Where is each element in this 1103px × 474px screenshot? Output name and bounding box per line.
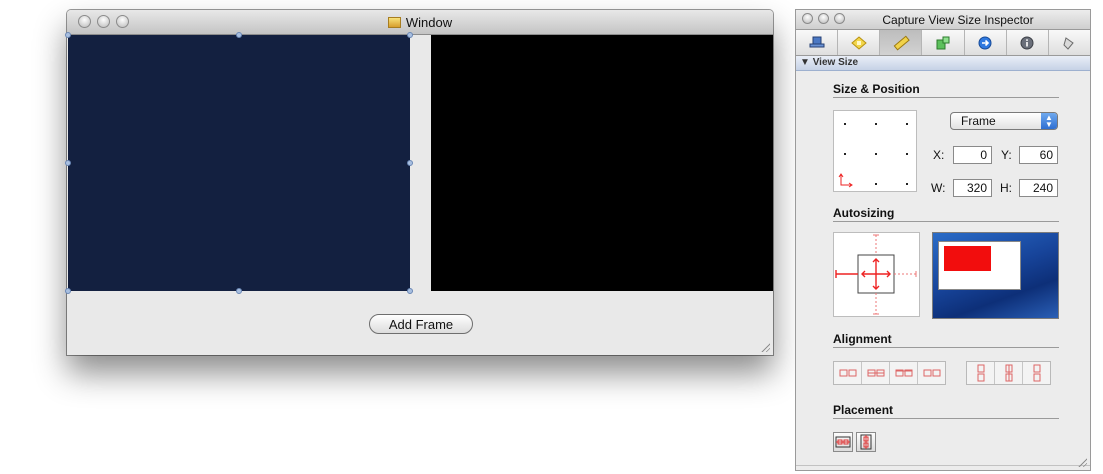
- align-vertical-right-button[interactable]: [1023, 362, 1050, 384]
- document-icon: [387, 17, 401, 28]
- tab-size[interactable]: [880, 30, 923, 55]
- window-resize-grip[interactable]: [760, 342, 770, 352]
- placement-heading: Placement: [833, 403, 1059, 419]
- size-position-heading: Size & Position: [833, 82, 1059, 98]
- inspector-titlebar[interactable]: Capture View Size Inspector: [796, 10, 1090, 30]
- align-bottom-edges-button[interactable]: [918, 362, 945, 384]
- window-title-wrap: Window: [67, 15, 773, 30]
- size-ruler-icon: [893, 35, 910, 51]
- horizontal-alignment-group: [833, 361, 946, 385]
- bindings-icon: [978, 36, 992, 49]
- y-field[interactable]: 60: [1019, 146, 1058, 164]
- resize-handle-top-right[interactable]: [407, 32, 413, 38]
- tab-attributes[interactable]: [796, 30, 839, 55]
- autosizing-control[interactable]: [833, 232, 920, 317]
- origin-point[interactable]: [875, 183, 877, 185]
- align-vertical-center-button[interactable]: [995, 362, 1023, 384]
- origin-point[interactable]: [906, 153, 908, 155]
- resize-handle-top-left[interactable]: [65, 32, 71, 38]
- resize-handle-bottom-right[interactable]: [407, 288, 413, 294]
- disclosure-triangle-icon: ▼: [800, 57, 810, 68]
- inspector-tabs: [796, 30, 1090, 56]
- window-titlebar[interactable]: Window: [67, 10, 773, 35]
- center-vertical-icon: [860, 434, 872, 450]
- align-vertical-right-icon: [1033, 364, 1040, 382]
- inspector-title: Capture View Size Inspector: [882, 13, 1034, 27]
- resize-handle-left[interactable]: [65, 160, 71, 166]
- vertical-alignment-group: [966, 361, 1051, 385]
- resize-handle-bottom[interactable]: [236, 288, 242, 294]
- origin-point[interactable]: [906, 183, 908, 185]
- align-left-edges-button[interactable]: [834, 362, 862, 384]
- tab-bindings[interactable]: [965, 30, 1007, 55]
- inspector-panel: Capture View Size Inspector ▼ View Size …: [795, 9, 1091, 471]
- tab-effects[interactable]: [838, 30, 881, 55]
- origin-point[interactable]: [875, 123, 877, 125]
- autosizing-preview: [932, 232, 1059, 319]
- autosizing-heading: Autosizing: [833, 206, 1059, 222]
- autosizing-springs-icon: [835, 234, 917, 315]
- h-label: H:: [1000, 181, 1012, 195]
- align-vertical-center-icon: [1005, 364, 1012, 382]
- section-title: View Size: [812, 57, 859, 68]
- origin-point[interactable]: [844, 123, 846, 125]
- align-centers-button[interactable]: [862, 362, 890, 384]
- preview-view: [944, 246, 991, 271]
- window-title: Window: [405, 15, 453, 30]
- align-left-icon: [839, 369, 856, 377]
- capture-view-right[interactable]: [431, 35, 773, 291]
- attributes-icon: [809, 36, 825, 47]
- effects-icon: [850, 35, 867, 50]
- frame-popup-value: Frame: [961, 114, 996, 128]
- origin-arrow-icon: [838, 173, 853, 188]
- align-center-icon: [867, 369, 884, 377]
- inspector-bottom-edge: [796, 465, 1090, 470]
- selected-capture-view[interactable]: [68, 35, 410, 291]
- identity-icon: [1020, 36, 1034, 49]
- w-label: W:: [931, 181, 946, 195]
- frame-popup[interactable]: Frame ▲ ▼: [950, 112, 1058, 130]
- inspector-resize-grip[interactable]: [1077, 457, 1087, 467]
- capture-window: Window Add Frame: [65, 10, 773, 355]
- view-size-section-header[interactable]: ▼ View Size: [796, 56, 1090, 71]
- center-vertically-button[interactable]: [856, 432, 876, 452]
- align-vertical-left-button[interactable]: [967, 362, 995, 384]
- center-horizontally-button[interactable]: [833, 432, 853, 452]
- resize-handle-top[interactable]: [236, 32, 242, 38]
- tab-identity[interactable]: [1007, 30, 1049, 55]
- w-field[interactable]: 320: [953, 179, 992, 197]
- applescript-icon: [1063, 36, 1075, 50]
- align-top-edges-button[interactable]: [890, 362, 918, 384]
- tab-applescript[interactable]: [1049, 30, 1090, 55]
- origin-point[interactable]: [906, 123, 908, 125]
- h-field[interactable]: 240: [1019, 179, 1058, 197]
- y-label: Y:: [1001, 148, 1012, 162]
- add-frame-button[interactable]: Add Frame: [369, 314, 473, 334]
- align-top-icon: [895, 369, 912, 377]
- connections-icon: [936, 36, 950, 49]
- popup-arrows-icon: ▲ ▼: [1041, 113, 1057, 129]
- resize-handle-right[interactable]: [407, 160, 413, 166]
- resize-handle-bottom-left[interactable]: [65, 288, 71, 294]
- origin-point[interactable]: [875, 153, 877, 155]
- tab-connections[interactable]: [922, 30, 965, 55]
- align-vertical-left-icon: [977, 364, 984, 382]
- align-bottom-icon: [923, 369, 940, 377]
- x-field[interactable]: 0: [953, 146, 992, 164]
- center-horizontal-icon: [835, 436, 851, 448]
- origin-point[interactable]: [844, 153, 846, 155]
- x-label: X:: [933, 148, 945, 162]
- origin-selector[interactable]: [833, 110, 917, 192]
- alignment-heading: Alignment: [833, 332, 1059, 348]
